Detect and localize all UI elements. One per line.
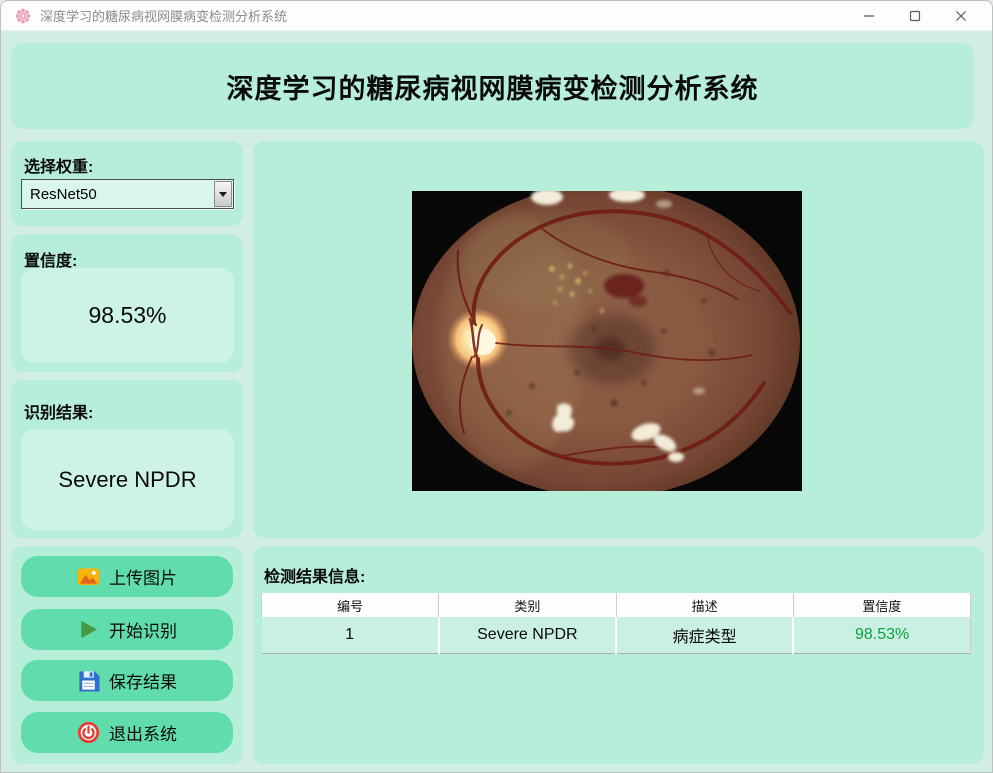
weight-panel: 选择权重: ResNet50 xyxy=(11,141,243,226)
save-button-label: 保存结果 xyxy=(109,673,177,692)
maximize-button[interactable] xyxy=(892,1,938,31)
table-row[interactable]: 1 Severe NPDR 病症类型 98.53% xyxy=(261,617,972,654)
titlebar: 深度学习的糖尿病视网膜病变检测分析系统 xyxy=(1,1,992,31)
dropdown-arrow-button[interactable] xyxy=(214,181,232,207)
minimize-icon xyxy=(864,15,874,17)
start-recognition-button[interactable]: 开始识别 xyxy=(21,609,233,650)
cell-description: 病症类型 xyxy=(616,617,795,654)
close-icon xyxy=(956,11,966,21)
image-icon xyxy=(77,568,100,586)
save-result-button[interactable]: 保存结果 xyxy=(21,660,233,701)
upload-button-label: 上传图片 xyxy=(109,569,177,588)
weight-label: 选择权重: xyxy=(24,159,94,176)
weight-selected-value: ResNet50 xyxy=(30,185,97,203)
results-section-label: 检测结果信息: xyxy=(264,569,366,586)
retina-fundus-image xyxy=(412,191,802,491)
exit-button-label: 退出系统 xyxy=(109,725,177,744)
results-panel: 检测结果信息: 编号 类别 描述 置信度 1 Severe NPDR 病症类型 … xyxy=(253,546,984,764)
exit-system-button[interactable]: 退出系统 xyxy=(21,712,233,753)
image-display-panel xyxy=(253,141,984,538)
window-title: 深度学习的糖尿病视网膜病变检测分析系统 xyxy=(40,9,288,24)
app-window: 深度学习的糖尿病视网膜病变检测分析系统 深度学习的糖尿病视网膜病变检测分析系统 … xyxy=(0,0,993,773)
play-icon xyxy=(81,620,98,639)
result-label: 识别结果: xyxy=(24,405,94,422)
col-header-id: 编号 xyxy=(260,593,440,617)
result-value: Severe NPDR xyxy=(21,429,234,530)
confidence-panel: 置信度: 98.53% xyxy=(11,234,243,372)
col-header-confidence: 置信度 xyxy=(792,593,972,617)
page-title: 深度学习的糖尿病视网膜病变检测分析系统 xyxy=(226,73,759,104)
cell-id: 1 xyxy=(261,617,440,654)
table-header-row: 编号 类别 描述 置信度 xyxy=(260,593,972,617)
chevron-down-icon xyxy=(219,191,227,197)
window-controls xyxy=(846,1,984,31)
results-table: 编号 类别 描述 置信度 1 Severe NPDR 病症类型 98.53% xyxy=(260,593,972,654)
upload-image-button[interactable]: 上传图片 xyxy=(21,556,233,597)
minimize-button[interactable] xyxy=(846,1,892,31)
floppy-save-icon xyxy=(79,671,100,692)
weight-dropdown[interactable]: ResNet50 xyxy=(21,179,234,209)
pink-flower-icon xyxy=(15,8,31,23)
confidence-value: 98.53% xyxy=(21,268,234,363)
col-header-category: 类别 xyxy=(438,593,617,617)
actions-panel: 上传图片 开始识别 保存结果 退出系统 xyxy=(11,546,243,764)
header-banner: 深度学习的糖尿病视网膜病变检测分析系统 xyxy=(11,43,974,129)
close-button[interactable] xyxy=(938,1,984,31)
col-header-description: 描述 xyxy=(615,593,794,617)
result-panel: 识别结果: Severe NPDR xyxy=(11,380,243,538)
start-button-label: 开始识别 xyxy=(109,622,177,641)
cell-confidence: 98.53% xyxy=(793,617,972,654)
cell-category: Severe NPDR xyxy=(438,617,618,654)
maximize-icon xyxy=(909,10,921,22)
power-icon xyxy=(77,721,100,744)
